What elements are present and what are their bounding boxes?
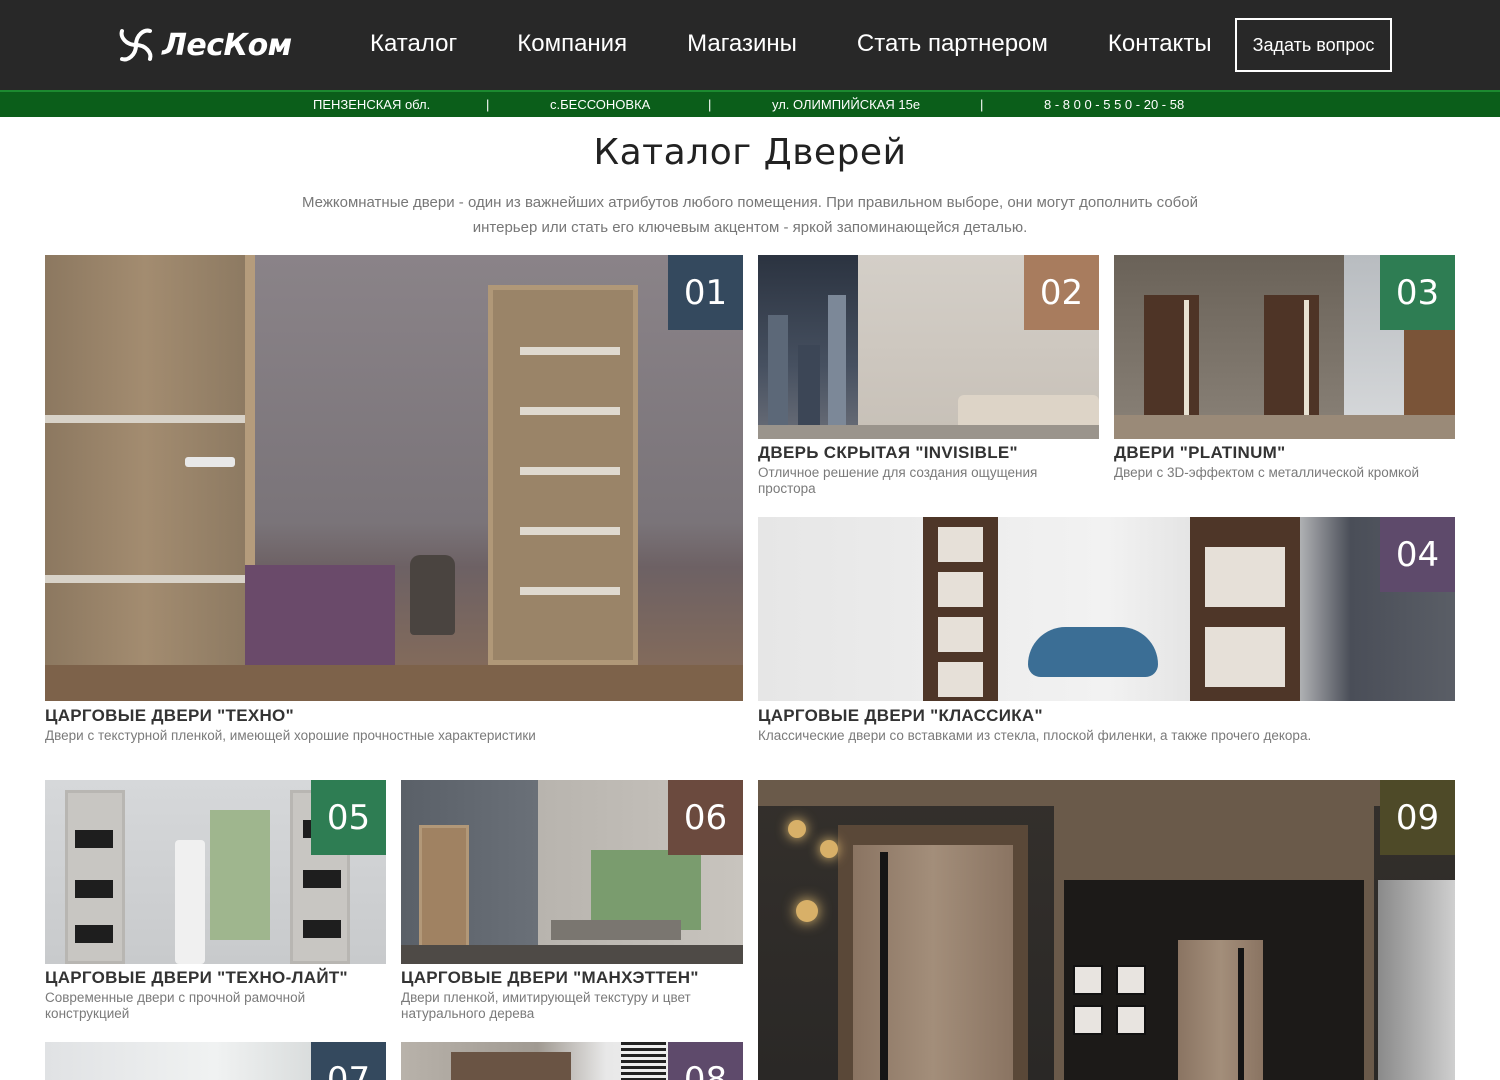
catalog-card-07[interactable]: 07 — [45, 1042, 386, 1080]
card-number: 09 — [1380, 780, 1455, 855]
nav-catalog[interactable]: Каталог — [370, 30, 457, 58]
card-image — [758, 517, 1455, 701]
catalog-card-classic[interactable]: 04 ЦАРГОВЫЕ ДВЕРИ "КЛАССИКА" Классически… — [758, 517, 1455, 750]
card-image — [758, 780, 1455, 1080]
card-title[interactable]: ДВЕРЬ СКРЫТАЯ "INVISIBLE" — [758, 443, 1018, 463]
catalog-card-techno-light[interactable]: 05 ЦАРГОВЫЕ ДВЕРИ "ТЕХНО-ЛАЙТ" Современн… — [45, 780, 386, 1025]
card-title[interactable]: ЦАРГОВЫЕ ДВЕРИ "МАНХЭТТЕН" — [401, 968, 699, 988]
card-title[interactable]: ЦАРГОВЫЕ ДВЕРИ "ТЕХНО" — [45, 706, 294, 726]
main-nav: Каталог Компания Магазины Стать партнеро… — [370, 30, 1272, 58]
card-description: Двери с текстурной пленкой, имеющей хоро… — [45, 728, 536, 743]
separator: | — [708, 97, 712, 112]
nav-partner[interactable]: Стать партнером — [857, 30, 1048, 58]
card-title[interactable]: ДВЕРИ "PLATINUM" — [1114, 443, 1286, 463]
catalog-card-platinum[interactable]: 03 ДВЕРИ "PLATINUM" Двери с 3D-эффектом … — [1114, 255, 1455, 500]
card-description: Отличное решение для создания ощущения п… — [758, 465, 1038, 496]
page-intro: Межкомнатные двери - один из важнейших а… — [302, 194, 1198, 236]
logo-text: ЛесКом — [162, 27, 292, 63]
card-number: 05 — [311, 780, 386, 855]
catalog-card-08[interactable]: 08 — [401, 1042, 743, 1080]
contact-infobar: ПЕНЗЕНСКАЯ обл. | с.БЕССОНОВКА | ул. ОЛИ… — [0, 90, 1500, 117]
card-image — [45, 255, 743, 701]
ask-question-button[interactable]: Задать вопрос — [1235, 18, 1392, 72]
catalog-card-manhattan[interactable]: 06 ЦАРГОВЫЕ ДВЕРИ "МАНХЭТТЕН" Двери плен… — [401, 780, 743, 1025]
catalog-card-techno[interactable]: 01 ЦАРГОВЫЕ ДВЕРИ "ТЕХНО" Двери с тексту… — [45, 255, 743, 750]
site-header: ЛесКом Каталог Компания Магазины Стать п… — [0, 0, 1500, 90]
page-title: Каталог Дверей — [593, 132, 907, 173]
card-number: 01 — [668, 255, 743, 330]
nav-contacts[interactable]: Контакты — [1108, 30, 1212, 58]
card-number: 07 — [311, 1042, 386, 1080]
separator: | — [486, 97, 490, 112]
card-number: 06 — [668, 780, 743, 855]
nav-stores[interactable]: Магазины — [687, 30, 797, 58]
catalog-card-invisible[interactable]: 02 ДВЕРЬ СКРЫТАЯ "INVISIBLE" Отличное ре… — [758, 255, 1099, 500]
card-number: 04 — [1380, 517, 1455, 592]
street-text: ул. ОЛИМПИЙСКАЯ 15е — [772, 97, 921, 112]
nav-company[interactable]: Компания — [517, 30, 627, 58]
card-description: Двери пленкой, имитирующей текстуру и цв… — [401, 990, 691, 1021]
region-text: ПЕНЗЕНСКАЯ обл. — [313, 97, 431, 112]
logo-icon — [119, 28, 153, 62]
card-title[interactable]: ЦАРГОВЫЕ ДВЕРИ "КЛАССИКА" — [758, 706, 1043, 726]
card-number: 03 — [1380, 255, 1455, 330]
separator: | — [980, 97, 984, 112]
card-description: Современные двери с прочной рамочной кон… — [45, 990, 306, 1021]
village-text: с.БЕССОНОВКА — [550, 97, 651, 112]
card-description: Классические двери со вставками из стекл… — [758, 728, 1312, 743]
logo[interactable]: ЛесКом — [114, 22, 292, 68]
card-description: Двери с 3D-эффектом с металлической кром… — [1114, 465, 1420, 480]
catalog-card-09[interactable]: 09 — [758, 780, 1455, 1080]
phone-link[interactable]: 8 - 8 0 0 - 5 5 0 - 20 - 58 — [1044, 97, 1184, 112]
card-number: 08 — [668, 1042, 743, 1080]
card-title[interactable]: ЦАРГОВЫЕ ДВЕРИ "ТЕХНО-ЛАЙТ" — [45, 968, 348, 988]
card-number: 02 — [1024, 255, 1099, 330]
